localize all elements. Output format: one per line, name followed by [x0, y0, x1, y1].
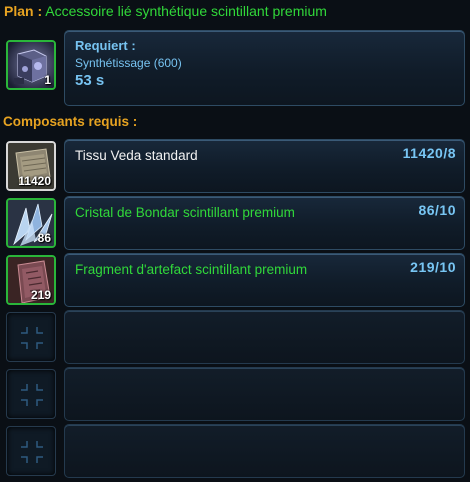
empty-component-slot: [6, 426, 56, 476]
empty-slot-crosshair-icon: [21, 384, 43, 406]
component-slot-3[interactable]: 219: [6, 255, 56, 305]
empty-component-slot: [6, 312, 56, 362]
component-stack-count: 11420: [18, 174, 51, 188]
empty-component-row: [64, 424, 465, 478]
component-row-1: Tissu Veda standard 11420/8: [64, 139, 465, 193]
component-name: Fragment d'artefact scintillant premium: [75, 262, 308, 277]
component-stack-count: 219: [30, 288, 51, 302]
component-quantity: 11420/8: [402, 145, 456, 161]
components-section-title: Composants requis :: [3, 114, 138, 129]
component-slot-1[interactable]: 11420: [6, 141, 56, 191]
component-slot-2[interactable]: 86: [6, 198, 56, 248]
empty-slot-crosshair-icon: [21, 327, 43, 349]
plan-item-slot[interactable]: 1: [6, 40, 56, 90]
empty-slot-crosshair-icon: [21, 441, 43, 463]
empty-component-row: [64, 310, 465, 364]
empty-component-slot: [6, 369, 56, 419]
plan-name: Accessoire lié synthétique scintillant p…: [45, 3, 327, 19]
empty-component-row: [64, 367, 465, 421]
plan-item-count: 1: [44, 73, 51, 87]
component-row-3: Fragment d'artefact scintillant premium …: [64, 253, 465, 307]
plan-header: Plan : Accessoire lié synthétique scinti…: [4, 3, 327, 19]
required-skill: Synthétissage (600): [75, 56, 182, 70]
component-quantity: 86/10: [418, 202, 456, 218]
component-quantity: 219/10: [410, 259, 456, 275]
component-row-2: Cristal de Bondar scintillant premium 86…: [64, 196, 465, 250]
component-stack-count: 86: [37, 231, 51, 245]
requirements-panel: Requiert : Synthétissage (600) 53 s: [64, 30, 465, 106]
requirements-title: Requiert :: [75, 38, 136, 53]
plan-label: Plan :: [4, 3, 43, 19]
component-name: Tissu Veda standard: [75, 148, 198, 163]
craft-time: 53 s: [75, 72, 105, 89]
component-name: Cristal de Bondar scintillant premium: [75, 205, 295, 220]
